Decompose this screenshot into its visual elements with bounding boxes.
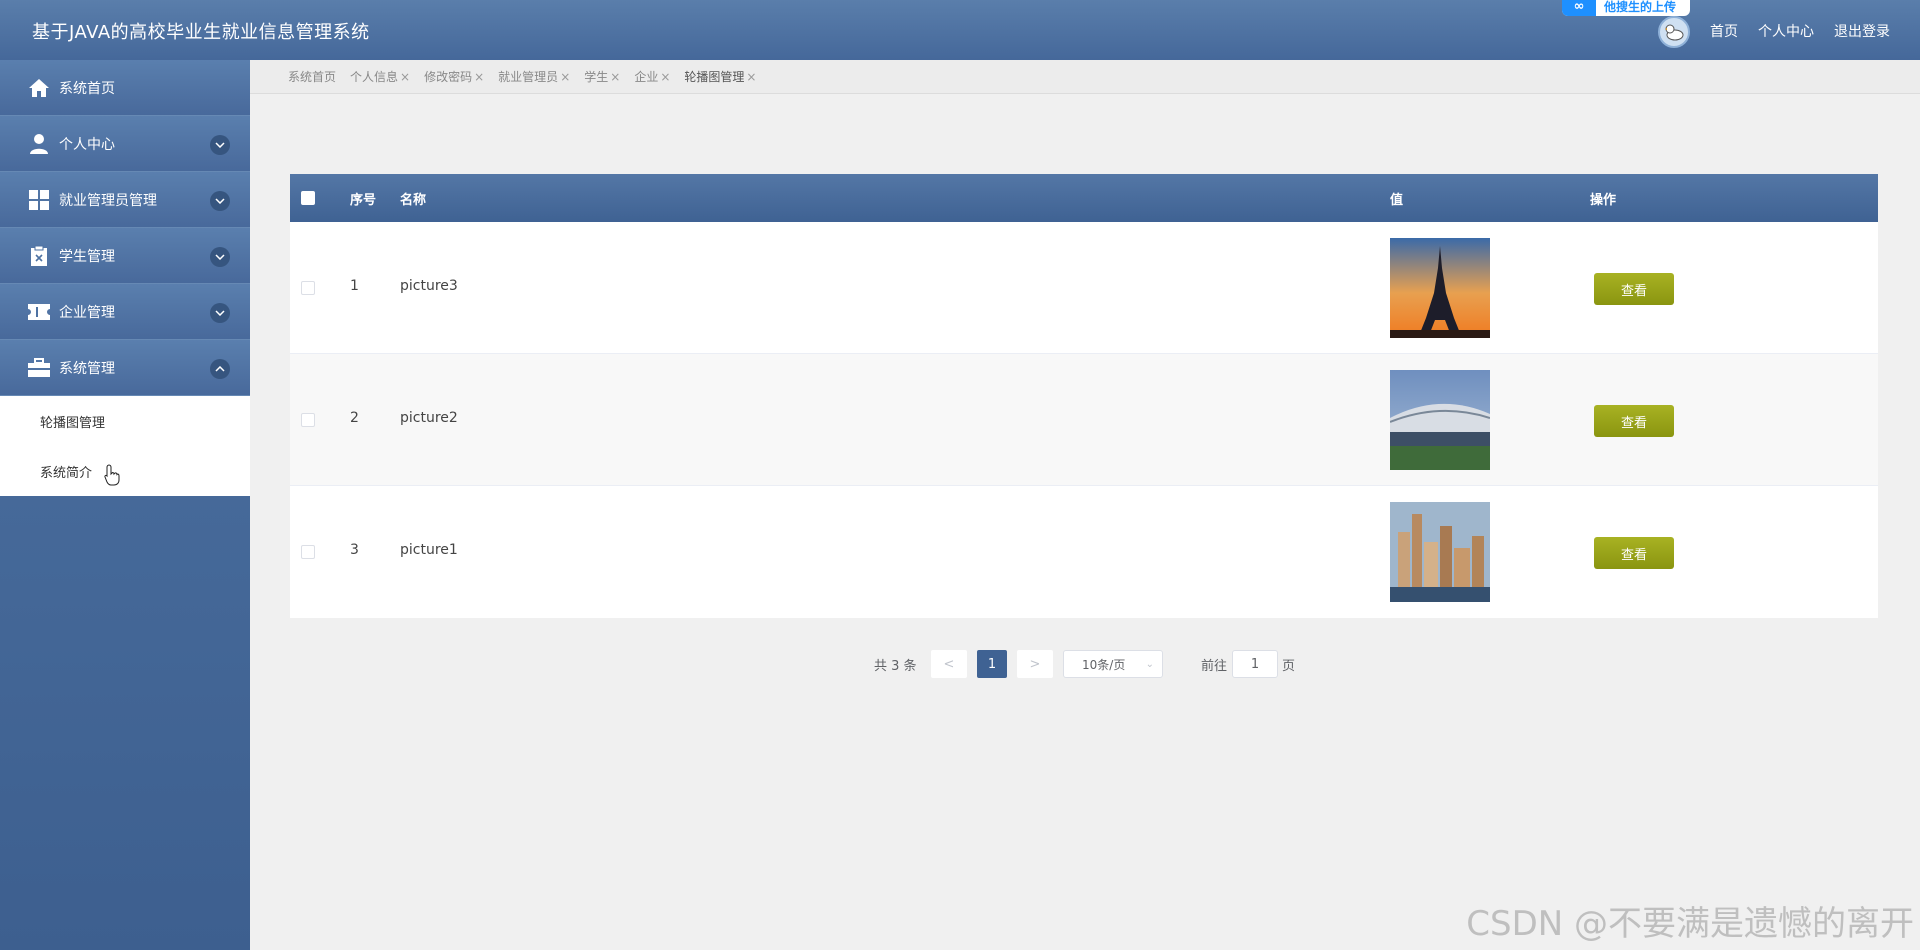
eiffel-tower-image[interactable] — [1390, 238, 1490, 338]
header-action: 操作 — [1590, 193, 1617, 208]
tab-label: 企业 — [634, 70, 659, 84]
hand-cursor-icon — [104, 464, 120, 486]
close-icon[interactable]: × — [560, 70, 570, 84]
sidebar-item-system[interactable]: 系统管理 — [0, 340, 250, 396]
sidebar-item-profile[interactable]: 个人中心 — [0, 116, 250, 172]
tab-student[interactable]: 学生 × — [584, 68, 620, 85]
avatar[interactable] — [1658, 16, 1690, 48]
tab-label: 轮播图管理 — [684, 70, 745, 84]
sidebar-item-label: 系统管理 — [59, 360, 115, 377]
pagination: 共 3 条 < 1 > 10条/页 ⌄ 前往 1 页 — [0, 650, 1920, 678]
tab-label: 系统首页 — [288, 70, 337, 84]
row-name: picture1 — [400, 542, 458, 558]
system-submenu: 轮播图管理 系统简介 — [0, 396, 250, 496]
sidebar-item-admin[interactable]: 就业管理员管理 — [0, 172, 250, 228]
table-row: 3 picture1 查看 — [290, 486, 1878, 618]
sidebar-item-students[interactable]: 学生管理 — [0, 228, 250, 284]
tab-label: 就业管理员 — [498, 70, 559, 84]
tab-company[interactable]: 企业 × — [634, 68, 670, 85]
row-checkbox[interactable] — [301, 281, 315, 295]
current-page[interactable]: 1 — [977, 650, 1007, 678]
row-checkbox[interactable] — [301, 413, 315, 427]
table-row: 2 picture2 查看 — [290, 354, 1878, 486]
view-button[interactable]: 查看 — [1594, 537, 1674, 569]
stadium-image[interactable] — [1390, 370, 1490, 470]
chevron-up-icon[interactable] — [210, 359, 230, 379]
chevron-down-icon[interactable] — [210, 303, 230, 323]
page-size-select[interactable]: 10条/页 ⌄ — [1063, 650, 1163, 678]
view-button[interactable]: 查看 — [1594, 273, 1674, 305]
grid-icon — [27, 188, 51, 212]
close-icon[interactable]: × — [660, 70, 670, 84]
tab-label: 个人信息 — [350, 70, 399, 84]
sidebar-item-label: 系统首页 — [59, 80, 115, 97]
goto-label: 前往 — [1201, 658, 1228, 674]
nav-logout-link[interactable]: 退出登录 — [1834, 21, 1890, 41]
clipboard-icon — [27, 244, 51, 268]
header-name: 名称 — [400, 193, 427, 208]
close-icon[interactable]: × — [474, 70, 484, 84]
pagination-total: 共 3 条 — [874, 658, 917, 674]
watermark: CSDN @不要满是遗憾的离开 — [1466, 904, 1914, 944]
tab-label: 修改密码 — [424, 70, 473, 84]
row-index: 3 — [350, 542, 359, 558]
nav-home-link[interactable]: 首页 — [1710, 21, 1738, 41]
tab-home[interactable]: 系统首页 — [288, 68, 336, 85]
app-title: 基于JAVA的高校毕业生就业信息管理系统 — [32, 22, 370, 43]
chevron-down-icon: ⌄ — [1145, 658, 1154, 670]
chevron-down-icon[interactable] — [210, 135, 230, 155]
sidebar-item-home[interactable]: 系统首页 — [0, 60, 250, 116]
sidebar-item-label: 就业管理员管理 — [59, 192, 157, 209]
row-index: 2 — [350, 410, 359, 426]
close-icon[interactable]: × — [610, 70, 620, 84]
view-button[interactable]: 查看 — [1594, 405, 1674, 437]
chevron-down-icon[interactable] — [210, 247, 230, 267]
close-icon[interactable]: × — [746, 70, 756, 84]
sidebar: 系统首页 个人中心 就业管理员管理 学生管理 企业管理 系统管理 轮播图管理 系… — [0, 60, 250, 950]
table-header: 序号 名称 值 操作 — [290, 174, 1878, 222]
upload-badge[interactable]: ∞ 他搜生的上传 — [1562, 0, 1690, 16]
top-header: 基于JAVA的高校毕业生就业信息管理系统 ∞ 他搜生的上传 首页 个人中心 退出… — [0, 0, 1920, 60]
sidebar-item-companies[interactable]: 企业管理 — [0, 284, 250, 340]
briefcase-icon — [27, 356, 51, 380]
tabs-bar: 系统首页 个人信息 × 修改密码 × 就业管理员 × 学生 × 企业 × 轮播图管理 × — [250, 60, 1920, 94]
home-icon — [27, 76, 51, 100]
tab-change-password[interactable]: 修改密码 × — [424, 68, 484, 85]
user-icon — [27, 132, 51, 156]
carousel-table: 序号 名称 值 操作 1 picture3 查看 2 picture2 查看 3… — [290, 174, 1878, 618]
submenu-item-intro[interactable]: 系统简介 — [0, 446, 250, 496]
sidebar-item-label: 企业管理 — [59, 304, 115, 321]
page-size-value: 10条/页 — [1082, 657, 1126, 672]
tab-employment-admin[interactable]: 就业管理员 × — [498, 68, 570, 85]
table-row: 1 picture3 查看 — [290, 222, 1878, 354]
infinity-icon: ∞ — [1562, 0, 1596, 16]
goto-suffix: 页 — [1282, 658, 1296, 674]
tab-carousel[interactable]: 轮播图管理 × — [684, 68, 756, 85]
header-index: 序号 — [350, 193, 377, 208]
tab-label: 学生 — [584, 70, 609, 84]
chevron-down-icon[interactable] — [210, 191, 230, 211]
duck-icon — [1665, 24, 1684, 41]
sidebar-item-label: 个人中心 — [59, 136, 115, 153]
next-page-button[interactable]: > — [1017, 650, 1053, 678]
select-all-checkbox[interactable] — [301, 191, 315, 205]
close-icon[interactable]: × — [400, 70, 410, 84]
row-index: 1 — [350, 278, 359, 294]
prev-page-button[interactable]: < — [931, 650, 967, 678]
ticket-icon — [27, 300, 51, 324]
row-name: picture3 — [400, 278, 458, 294]
city-skyline-image[interactable] — [1390, 502, 1490, 602]
nav-profile-link[interactable]: 个人中心 — [1758, 21, 1814, 41]
tab-personal-info[interactable]: 个人信息 × — [350, 68, 410, 85]
submenu-item-carousel[interactable]: 轮播图管理 — [0, 396, 250, 446]
row-checkbox[interactable] — [301, 545, 315, 559]
upload-badge-label: 他搜生的上传 — [1604, 0, 1677, 14]
row-name: picture2 — [400, 410, 458, 426]
sidebar-item-label: 学生管理 — [59, 248, 115, 265]
goto-page-input[interactable]: 1 — [1232, 650, 1278, 678]
header-value: 值 — [1390, 193, 1404, 208]
